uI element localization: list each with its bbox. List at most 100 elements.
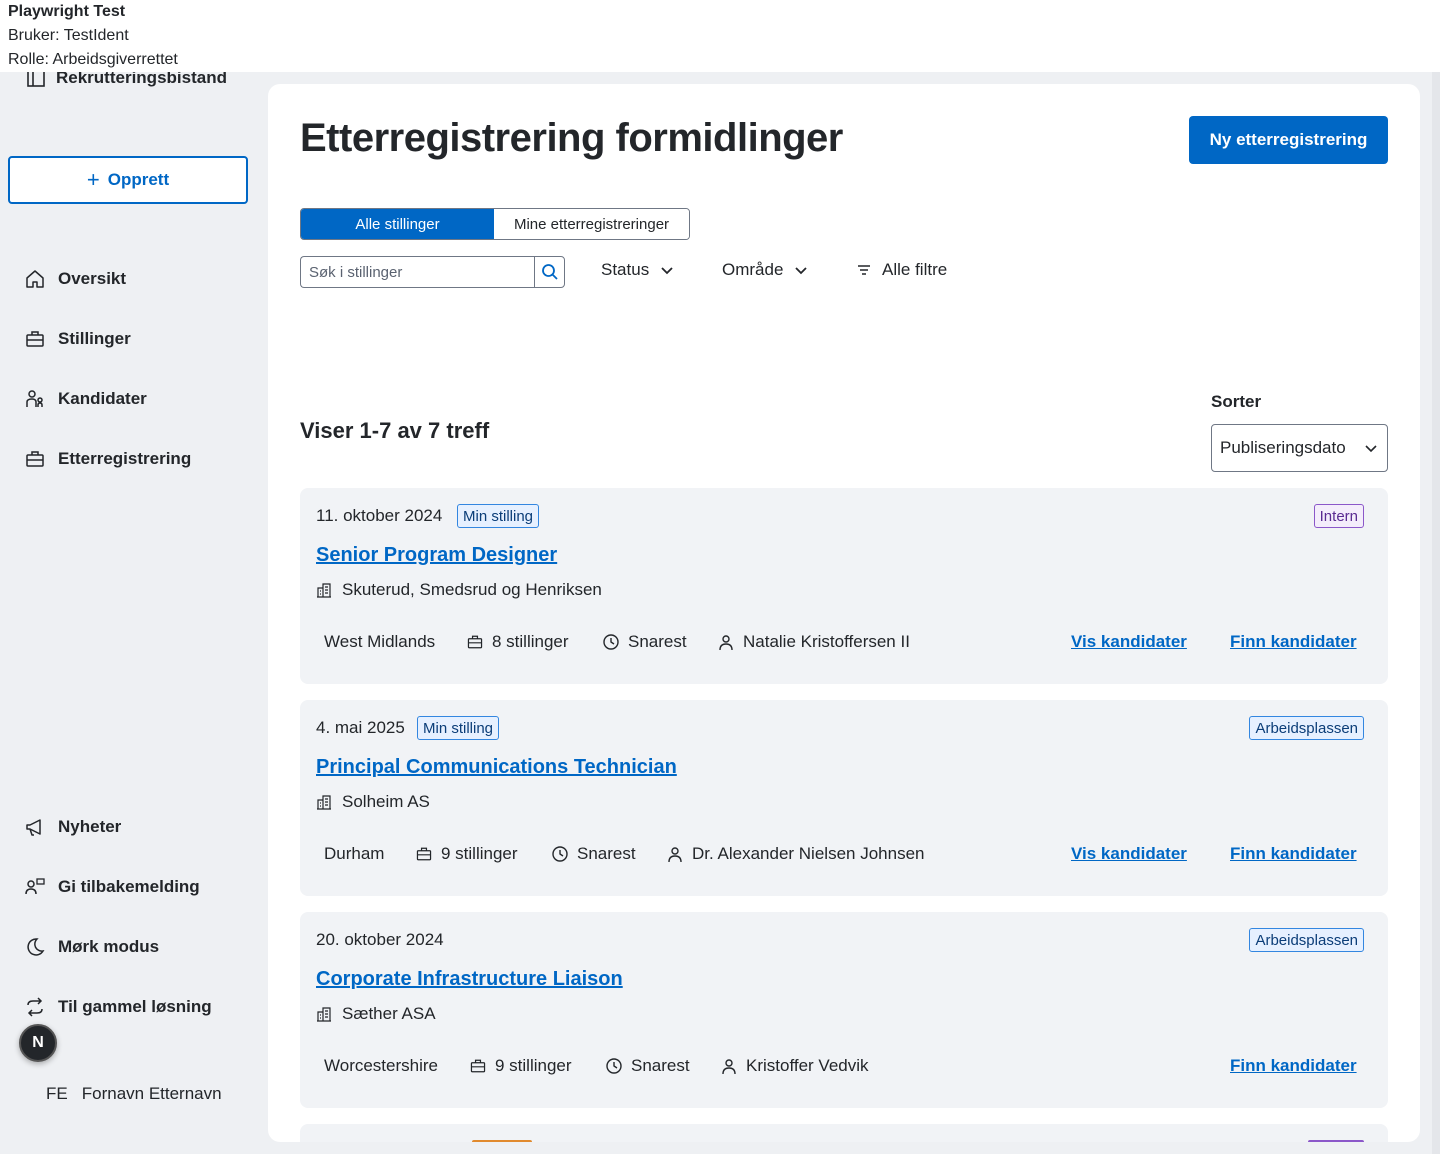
view-candidates-link[interactable]: Vis kandidater	[1071, 844, 1187, 864]
nav-label: Til gammel løsning	[58, 997, 212, 1016]
test-title: Playwright Test	[8, 3, 126, 20]
source-badge: Arbeidsplassen	[1249, 716, 1364, 740]
find-candidates-link[interactable]: Finn kandidater	[1230, 844, 1357, 864]
nav-label: Etterregistrering	[58, 449, 192, 468]
my-position-badge: Min stilling	[417, 716, 500, 740]
owner: Kristoffer Vedvik	[720, 1056, 869, 1076]
scrollbar[interactable]	[1432, 72, 1440, 1154]
briefcase-icon	[416, 847, 432, 861]
nav-item-stillinger[interactable]: Stillinger	[24, 328, 131, 350]
search-input[interactable]	[300, 256, 534, 288]
nav-label: Nyheter	[58, 817, 122, 836]
position-title-link[interactable]: Principal Communications Technician	[316, 756, 677, 779]
owner-name: Kristoffer Vedvik	[746, 1056, 869, 1075]
nav-item-nyheter[interactable]: Nyheter	[24, 816, 121, 838]
user-name: Fornavn Etternavn	[81, 1084, 222, 1103]
employer: Solheim AS	[316, 792, 430, 812]
badge-peek	[472, 1140, 532, 1142]
chevron-down-icon	[1365, 445, 1377, 453]
location-text: Durham	[324, 844, 385, 863]
filter-label: Status	[601, 260, 650, 279]
toggle-my-registrations[interactable]: Mine etterregistreringer	[494, 209, 689, 239]
filter-icon	[858, 265, 870, 275]
new-registration-button[interactable]: Ny etterregistrering	[1189, 116, 1388, 164]
deadline: Snarest	[602, 632, 687, 652]
briefcase-icon	[467, 635, 483, 649]
chevron-down-icon	[795, 267, 808, 275]
positions-text: 9 stillinger	[441, 844, 518, 863]
building-icon	[317, 1007, 331, 1022]
position-count: 8 stillinger	[466, 632, 569, 652]
find-candidates-link[interactable]: Finn kandidater	[1230, 1056, 1357, 1076]
nav-item-dark-mode[interactable]: Mørk modus	[24, 936, 159, 958]
nav-item-etterregistrering[interactable]: Etterregistrering	[24, 448, 191, 470]
location-text: Worcestershire	[324, 1056, 438, 1075]
badge-peek	[1308, 1140, 1364, 1142]
nav-label: Gi tilbakemelding	[58, 877, 200, 896]
owner: Dr. Alexander Nielsen Johnsen	[666, 844, 924, 864]
briefcase-icon	[26, 451, 44, 467]
test-info-bar: Playwright Test Bruker: TestIdent Rolle:…	[0, 0, 1440, 72]
building-icon	[317, 795, 331, 810]
employer: Skuterud, Smedsrud og Henriksen	[316, 580, 602, 600]
search-button[interactable]	[534, 256, 565, 288]
feedback-icon	[25, 878, 45, 895]
area-filter[interactable]: Område	[722, 260, 809, 280]
my-position-badge: Min stilling	[457, 504, 540, 528]
person-icon	[722, 1059, 736, 1075]
test-user: Bruker: TestIdent	[8, 27, 129, 44]
deadline-text: Snarest	[577, 844, 636, 863]
create-button[interactable]: + Opprett	[8, 156, 248, 204]
position-card: 4. mai 2025 Min stilling Arbeidsplassen …	[300, 700, 1388, 896]
house-icon	[26, 270, 44, 288]
user-menu[interactable]: FE Fornavn Etternavn	[46, 1084, 222, 1104]
publish-date: 4. mai 2025	[316, 718, 405, 737]
find-candidates-link[interactable]: Finn kandidater	[1230, 632, 1357, 652]
nav-item-oversikt[interactable]: Oversikt	[24, 268, 126, 290]
chevron-down-icon	[661, 267, 673, 275]
sort-value: Publiseringsdato	[1220, 438, 1346, 457]
building-icon	[317, 583, 331, 598]
toggle-all-positions[interactable]: Alle stillinger	[301, 209, 494, 239]
clock-icon	[603, 634, 619, 650]
source-badge: Arbeidsplassen	[1249, 928, 1364, 952]
location: Worcestershire	[324, 1056, 438, 1076]
deadline-text: Snarest	[628, 632, 687, 651]
filter-label: Område	[722, 260, 784, 279]
clock-icon	[606, 1058, 622, 1074]
view-candidates-link[interactable]: Vis kandidater	[1071, 632, 1187, 652]
nav-label: Mørk modus	[58, 937, 160, 956]
results-count: Viser 1-7 av 7 treff	[300, 418, 490, 443]
employer-name: Solheim AS	[342, 792, 430, 811]
create-label: Opprett	[107, 170, 170, 189]
position-title-link[interactable]: Senior Program Designer	[316, 544, 557, 567]
owner: Natalie Kristoffersen II	[717, 632, 910, 652]
page-title: Etterregistrering formidlinger	[300, 116, 843, 160]
search-box	[300, 256, 565, 288]
sort-select[interactable]: Publiseringsdato	[1211, 424, 1388, 472]
nav-item-feedback[interactable]: Gi tilbakemelding	[24, 876, 200, 898]
status-filter[interactable]: Status	[601, 260, 675, 280]
briefcase-icon	[470, 1059, 486, 1073]
dev-tools-avatar[interactable]: N	[19, 1024, 57, 1062]
position-card: 20. oktober 2024 Arbeidsplassen Corporat…	[300, 912, 1388, 1108]
megaphone-icon	[26, 819, 41, 836]
filter-label: Alle filtre	[882, 260, 948, 279]
location: Durham	[324, 844, 384, 864]
position-title-link[interactable]: Corporate Infrastructure Liaison	[316, 968, 623, 991]
test-role: Rolle: Arbeidsgiverrettet	[8, 51, 178, 68]
nav-label: Oversikt	[58, 269, 127, 288]
briefcase-icon	[26, 331, 44, 347]
clock-icon	[552, 846, 568, 862]
all-filters-button[interactable]: Alle filtre	[856, 260, 947, 280]
nav-item-kandidater[interactable]: Kandidater	[24, 388, 147, 410]
nav-item-old-solution[interactable]: Til gammel løsning	[24, 996, 212, 1018]
employer: Sæther ASA	[316, 1004, 436, 1024]
positions-text: 9 stillinger	[495, 1056, 572, 1075]
people-icon	[26, 390, 43, 407]
search-icon	[541, 264, 558, 280]
main-content: Etterregistrering formidlinger Ny etterr…	[268, 84, 1420, 1142]
sort-label: Sorter	[1211, 392, 1262, 411]
moon-icon	[27, 938, 45, 956]
publish-date: 11. oktober 2024	[316, 506, 443, 525]
